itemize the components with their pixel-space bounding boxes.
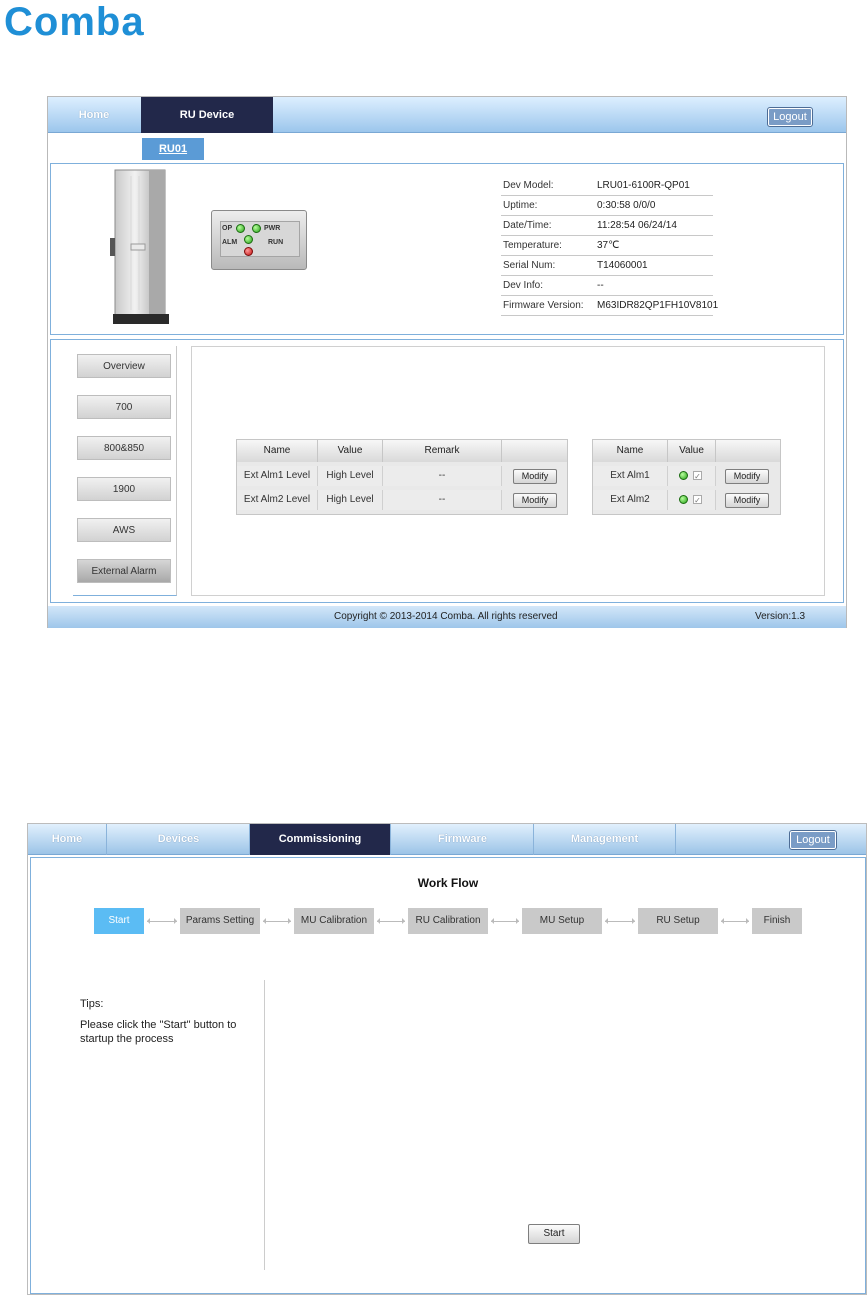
table-row: Ext Alm2 Level <box>237 490 318 510</box>
logout-button[interactable]: Logout <box>767 107 813 127</box>
subtab-ru01[interactable]: RU01 <box>142 138 204 160</box>
nav-tab-home[interactable]: Home <box>28 824 107 855</box>
level-table-header-action <box>502 440 567 462</box>
nav-tab-firmware[interactable]: Firmware <box>392 824 534 855</box>
commissioning-window: Home Devices Commissioning Firmware Mana… <box>27 823 867 1295</box>
table-row: Ext Alm2 <box>593 490 668 510</box>
modify-button[interactable]: Modify <box>513 493 557 508</box>
step-arrow <box>147 918 177 924</box>
alarm-level-table: Name Value Remark Ext Alm1 Level High Le… <box>236 439 568 515</box>
nav-tab-home[interactable]: Home <box>48 97 140 133</box>
led-label-op: OP <box>222 225 233 232</box>
status-table-header-name: Name <box>593 440 668 462</box>
side-menu-800-850[interactable]: 800&850 <box>77 436 171 460</box>
logout-button[interactable]: Logout <box>789 830 837 850</box>
alarm-status-led <box>679 471 688 480</box>
table-cell-value <box>668 466 716 486</box>
info-row-dev-info: Dev Info: -- <box>501 276 713 296</box>
step-arrow <box>263 918 291 924</box>
comba-logo: Comba <box>4 0 145 44</box>
info-row-uptime: Uptime: 0:30:58 0/0/0 <box>501 196 713 216</box>
info-row-serial-num: Serial Num: T14060001 <box>501 256 713 276</box>
status-table-header-action <box>716 440 780 462</box>
table-cell-value <box>668 490 716 510</box>
side-menu-1900[interactable]: 1900 <box>77 477 171 501</box>
tips-text: Please click the "Start" button to start… <box>80 1019 237 1045</box>
table-cell-remark: -- <box>383 490 502 510</box>
level-table-header-value: Value <box>318 440 383 462</box>
top-nav-bar: Home RU Device Logout <box>48 97 846 133</box>
led-run <box>244 247 253 256</box>
alarm-enable-checkbox[interactable]: ✓ <box>693 495 702 505</box>
led-alm <box>244 235 253 244</box>
nav-tab-ru-device[interactable]: RU Device <box>141 97 273 133</box>
step-start[interactable]: Start <box>94 908 144 934</box>
step-mu-calibration[interactable]: MU Calibration <box>294 908 374 934</box>
external-alarm-panel: Overview 700 800&850 1900 AWS External A… <box>50 339 844 603</box>
top-nav-bar: Home Devices Commissioning Firmware Mana… <box>28 824 866 855</box>
side-menu-700[interactable]: 700 <box>77 395 171 419</box>
modify-button[interactable]: Modify <box>725 493 769 508</box>
info-row-date-time: Date/Time: 11:28:54 06/24/14 <box>501 216 713 236</box>
side-menu-overview[interactable]: Overview <box>77 354 171 378</box>
led-indicator-box: OP PWR ALM RUN <box>211 210 307 270</box>
level-table-header-name: Name <box>237 440 318 462</box>
step-mu-setup[interactable]: MU Setup <box>522 908 602 934</box>
step-arrow <box>721 918 749 924</box>
led-label-alm: ALM <box>222 239 238 246</box>
version-text: Version:1.3 <box>755 611 806 622</box>
side-menu-external-alarm[interactable]: External Alarm <box>77 559 171 583</box>
nav-tab-management[interactable]: Management <box>534 824 676 855</box>
modify-button[interactable]: Modify <box>513 469 557 484</box>
status-table-header-value: Value <box>668 440 716 462</box>
footer-bar: Copyright © 2013-2014 Comba. All rights … <box>48 606 846 628</box>
info-row-firmware-version: Firmware Version: M63IDR82QP1FH10V8101 <box>501 296 718 316</box>
alarm-content-area: Name Value Remark Ext Alm1 Level High Le… <box>191 346 825 596</box>
copyright-text: Copyright © 2013-2014 Comba. All rights … <box>334 611 558 622</box>
table-cell-value: High Level <box>318 466 383 486</box>
commissioning-content: Work Flow Start Params Setting MU Calibr… <box>30 857 866 1294</box>
step-arrow <box>605 918 635 924</box>
table-cell-remark: -- <box>383 466 502 486</box>
table-cell-value: High Level <box>318 490 383 510</box>
info-row-temperature: Temperature: 37℃ <box>501 236 713 256</box>
led-label-run: RUN <box>268 239 284 246</box>
step-ru-setup[interactable]: RU Setup <box>638 908 718 934</box>
nav-tab-commissioning[interactable]: Commissioning <box>250 824 391 855</box>
led-pwr <box>252 224 261 233</box>
led-op <box>236 224 245 233</box>
alarm-status-table: Name Value Ext Alm1 ✓ Modify Ext Alm2 ✓ … <box>592 439 781 515</box>
tips-title: Tips: <box>80 998 104 1010</box>
alarm-status-led <box>679 495 688 504</box>
led-label-pwr: PWR <box>264 225 281 232</box>
table-row: Ext Alm1 Level <box>237 466 318 486</box>
device-info-panel: OP PWR ALM RUN Dev Model: LRU01-6100R-QP0… <box>50 163 844 335</box>
side-menu-aws[interactable]: AWS <box>77 518 171 542</box>
step-ru-calibration[interactable]: RU Calibration <box>408 908 488 934</box>
step-params-setting[interactable]: Params Setting <box>180 908 260 934</box>
nav-tab-devices[interactable]: Devices <box>108 824 250 855</box>
workflow-title: Work Flow <box>417 876 479 890</box>
info-row-dev-model: Dev Model: LRU01-6100R-QP01 <box>501 176 713 196</box>
ru-cabinet-image <box>110 169 169 324</box>
tips-divider <box>264 980 265 1270</box>
alarm-enable-checkbox[interactable]: ✓ <box>693 471 702 481</box>
step-finish[interactable]: Finish <box>752 908 802 934</box>
modify-button[interactable]: Modify <box>725 469 769 484</box>
step-arrow <box>377 918 405 924</box>
start-button[interactable]: Start <box>528 1224 580 1244</box>
table-row: Ext Alm1 <box>593 466 668 486</box>
step-arrow <box>491 918 519 924</box>
ru-device-window: Home RU Device Logout RU01 OP PWR ALM RU… <box>47 96 847 628</box>
level-table-header-remark: Remark <box>383 440 502 462</box>
